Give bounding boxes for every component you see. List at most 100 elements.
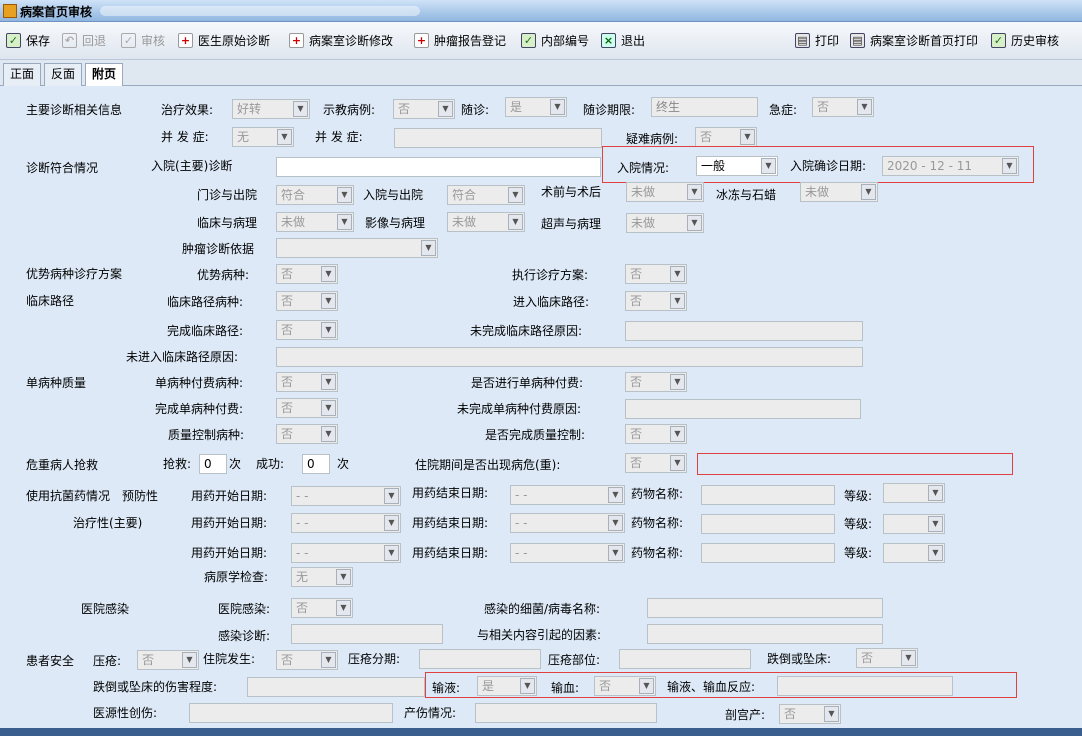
chevron-down-icon: ▼ <box>670 455 685 471</box>
complete-single-pay-select[interactable]: 否 ▼ <box>276 398 338 418</box>
chevron-down-icon: ▼ <box>438 101 453 117</box>
teach-case-select[interactable]: 否 ▼ <box>393 99 455 119</box>
related-factor-input[interactable] <box>647 624 883 644</box>
transfusion-reaction-input[interactable] <box>777 676 953 696</box>
imaging-path-select[interactable]: 未做 ▼ <box>447 212 525 232</box>
grade-select[interactable]: ▼ <box>883 543 945 563</box>
tumor-report-button[interactable]: + 肿瘤报告登记 <box>414 30 506 50</box>
tumor-diag-basis-select[interactable]: ▼ <box>276 238 438 258</box>
clinical-path-select[interactable]: 未做 ▼ <box>276 212 354 232</box>
not-enter-reason-input[interactable] <box>276 347 863 367</box>
drug-name-input[interactable] <box>701 543 835 563</box>
incomplete-reason-input[interactable] <box>625 321 863 341</box>
emergency-select[interactable]: 否 ▼ <box>812 97 874 117</box>
blood-select[interactable]: 否 ▼ <box>594 676 656 696</box>
fall-select[interactable]: 否 ▼ <box>856 648 918 668</box>
grade-select[interactable]: ▼ <box>883 514 945 534</box>
rescue-count-input[interactable]: 0 <box>199 454 227 474</box>
document-icon: + <box>414 32 429 48</box>
pathology-edit-button[interactable]: + 病案室诊断修改 <box>289 30 393 50</box>
admit-status-select[interactable]: 一般 ▼ <box>696 156 778 176</box>
do-single-pay-select[interactable]: 否 ▼ <box>625 372 687 392</box>
end-date-picker[interactable]: - - ▼ <box>510 513 625 533</box>
sore-site-label: 压疮部位: <box>548 653 601 667</box>
birth-injury-input[interactable] <box>475 703 657 723</box>
iatrogenic-input[interactable] <box>189 703 393 723</box>
complete-qc-select[interactable]: 否 ▼ <box>625 424 687 444</box>
grade-select[interactable]: ▼ <box>883 483 945 503</box>
start-date-picker[interactable]: - - ▼ <box>291 543 401 563</box>
save-button[interactable]: ✓ 保存 <box>6 30 50 50</box>
transfusion-select[interactable]: 是 ▼ <box>477 676 537 696</box>
chevron-down-icon: ▼ <box>901 650 916 666</box>
print-button[interactable]: ▤ 打印 <box>795 30 839 50</box>
incomplete-single-pay-input[interactable] <box>625 399 861 419</box>
app-icon <box>3 4 17 18</box>
followup-select[interactable]: 是 ▼ <box>505 97 567 117</box>
complication-select[interactable]: 无 ▼ <box>232 127 294 147</box>
related-factor-label: 与相关内容引起的因素: <box>477 628 602 642</box>
tab-appendix[interactable]: 附页 <box>85 63 124 87</box>
complete-qc-label: 是否完成质量控制: <box>485 428 586 442</box>
sore-stage-input[interactable] <box>419 649 541 669</box>
bacteria-name-input[interactable] <box>647 598 883 618</box>
exit-icon: × <box>601 32 616 48</box>
drug-name-input[interactable] <box>701 514 835 534</box>
infect-diag-input[interactable] <box>291 624 443 644</box>
frozen-paraffin-select[interactable]: 未做 ▼ <box>800 182 878 202</box>
chevron-down-icon: ▼ <box>550 99 565 115</box>
pre-post-op-select[interactable]: 未做 ▼ <box>626 182 704 202</box>
internal-no-button[interactable]: ✓ 内部编号 <box>521 30 589 50</box>
chevron-down-icon: ▼ <box>337 187 352 203</box>
admit-discharge-select[interactable]: 符合 ▼ <box>447 185 525 205</box>
success-count-input[interactable]: 0 <box>302 454 330 474</box>
critical-during-select[interactable]: 否 ▼ <box>625 453 687 473</box>
complete-pathway-select[interactable]: 否 ▼ <box>276 320 338 340</box>
complication-input[interactable] <box>394 128 602 148</box>
title-blur <box>100 6 420 16</box>
in-hospital-label: 住院发生: <box>203 652 256 666</box>
enter-pathway-select[interactable]: 否 ▼ <box>625 291 687 311</box>
chevron-down-icon: ▼ <box>928 545 943 561</box>
qc-disease-select[interactable]: 否 ▼ <box>276 424 338 444</box>
hosp-infect-select[interactable]: 否 ▼ <box>291 598 353 618</box>
tab-back[interactable]: 反面 <box>44 63 83 86</box>
front-print-button[interactable]: ▤ 病案室诊断首页打印 <box>850 30 978 50</box>
pathogen-check-select[interactable]: 无 ▼ <box>291 567 353 587</box>
audit-button[interactable]: ✓ 审核 <box>121 30 165 50</box>
pathway-disease-select[interactable]: 否 ▼ <box>276 291 338 311</box>
exit-button[interactable]: × 退出 <box>601 30 645 50</box>
section-hospital-infection: 医院感染 <box>81 602 130 616</box>
single-pay-disease-select[interactable]: 否 ▼ <box>276 372 338 392</box>
exec-plan-select[interactable]: 否 ▼ <box>625 264 687 284</box>
pressure-sore-select[interactable]: 否 ▼ <box>137 650 199 670</box>
doctor-diag-button[interactable]: + 医生原始诊断 <box>178 30 270 50</box>
single-pay-disease-label: 单病种付费病种: <box>155 376 244 390</box>
drug-name-input[interactable] <box>701 485 835 505</box>
sore-site-input[interactable] <box>619 649 751 669</box>
history-audit-button[interactable]: ✓ 历史审核 <box>991 30 1059 50</box>
in-hospital-select[interactable]: 否 ▼ <box>276 650 338 670</box>
admit-confirm-date-picker[interactable]: 2020 - 12 - 11 ▼ <box>882 156 1019 176</box>
treat-effect-select[interactable]: 好转 ▼ <box>232 99 310 119</box>
cesarean-select[interactable]: 否 ▼ <box>779 704 841 724</box>
printer-icon: ▤ <box>795 32 810 48</box>
therapeutic-label: 治疗性(主要) <box>73 516 143 530</box>
start-date-picker[interactable]: - - ▼ <box>291 486 401 506</box>
rollback-button[interactable]: ↶ 回退 <box>62 30 106 50</box>
iatrogenic-label: 医源性创伤: <box>93 706 158 720</box>
start-date-picker[interactable]: - - ▼ <box>291 513 401 533</box>
end-date-picker[interactable]: - - ▼ <box>510 485 625 505</box>
admit-status-label: 入院情况: <box>617 161 670 175</box>
followup-period-input[interactable]: 终生 <box>651 97 758 117</box>
outpatient-discharge-select[interactable]: 符合 ▼ <box>276 185 354 205</box>
adv-disease-select[interactable]: 否 ▼ <box>276 264 338 284</box>
hosp-infect-label: 医院感染: <box>218 602 271 616</box>
tab-front[interactable]: 正面 <box>3 63 42 86</box>
difficult-case-select[interactable]: 否 ▼ <box>695 127 757 147</box>
ultrasound-path-select[interactable]: 未做 ▼ <box>626 213 704 233</box>
fall-injury-input[interactable] <box>247 677 425 697</box>
end-date-picker[interactable]: - - ▼ <box>510 543 625 563</box>
admit-main-diag-input[interactable] <box>276 157 601 177</box>
chevron-down-icon: ▼ <box>508 187 523 203</box>
